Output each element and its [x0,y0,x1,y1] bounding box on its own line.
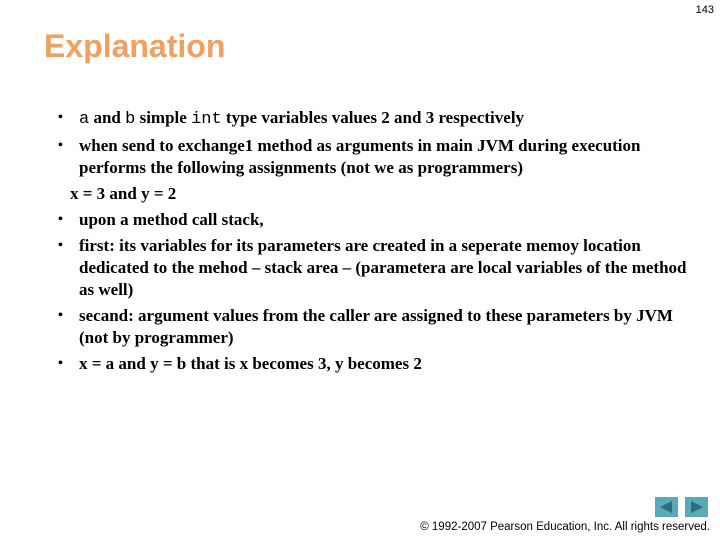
bullet-text: first: its variables for its parameters … [79,236,687,299]
bullet-item: • x = a and y = b that is x becomes 3, y… [58,353,688,375]
code-a: a [79,110,90,129]
triangle-left-icon [660,501,672,513]
bullet-dot: • [58,356,63,371]
bullet-text: upon a method call stack, [79,210,264,229]
next-slide-button[interactable] [685,497,708,517]
slide-content: • a and b simple int type variables valu… [58,107,688,379]
slide-navigation [655,497,708,517]
bullet-item: • first: its variables for its parameter… [58,235,688,301]
page-number: 143 [695,4,714,16]
bullet-item: • a and b simple int type variables valu… [58,107,688,131]
bullet-text: when send to exchange1 method as argumen… [79,136,641,177]
triangle-right-icon [691,501,703,513]
copyright-footer: © 1992-2007 Pearson Education, Inc. All … [420,521,710,533]
code-int: int [191,110,222,129]
text: and [89,108,126,127]
assignment-line: x = 3 and y = 2 [70,184,177,203]
text: simple [135,108,192,127]
code-b: b [125,110,136,129]
bullet-item: • when send to exchange1 method as argum… [58,135,688,179]
bullet-dot: • [58,110,63,125]
slide-title: Explanation [44,28,226,64]
bullet-text: x = a and y = b that is x becomes 3, y b… [79,354,422,373]
bullet-item: • secand: argument values from the calle… [58,305,688,349]
text: type variables values 2 and 3 respective… [221,108,525,127]
previous-slide-button[interactable] [655,497,678,517]
bullet-item: • upon a method call stack, [58,209,688,231]
bullet-dot: • [58,308,63,323]
bullet-dot: • [58,238,63,253]
bullet-dot: • [58,138,63,153]
bullet-dot: • [58,212,63,227]
bullet-text: secand: argument values from the caller … [79,306,673,347]
